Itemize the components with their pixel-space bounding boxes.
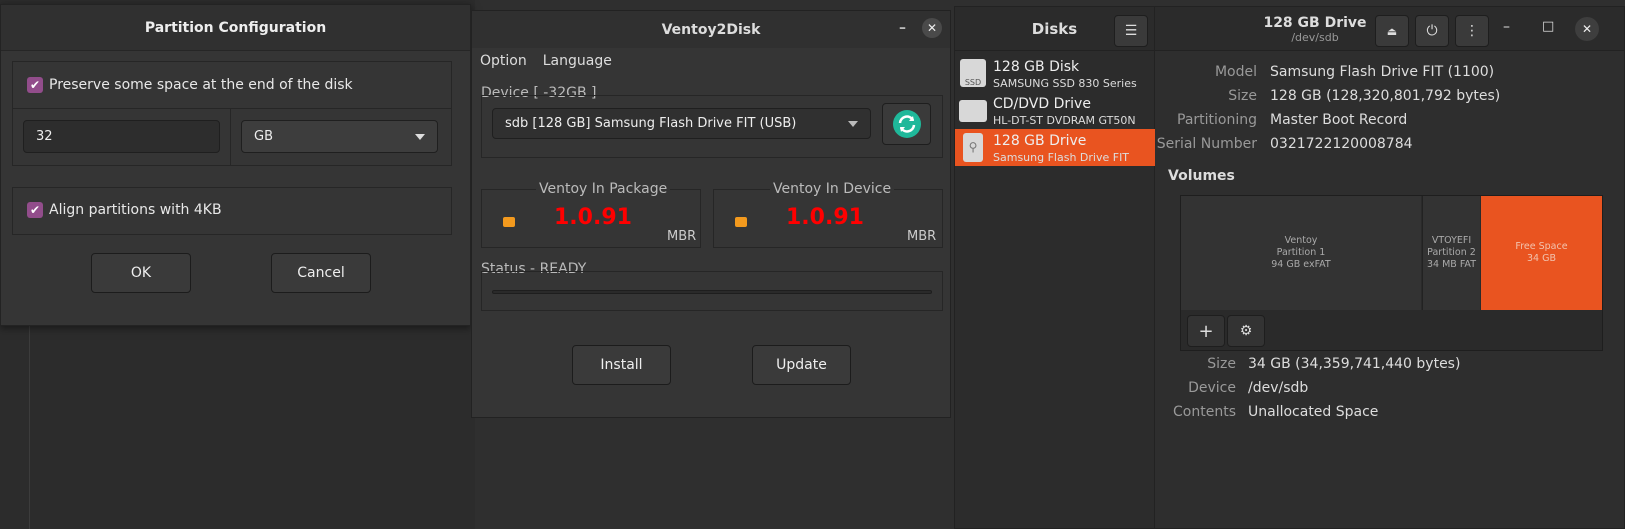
disk-item-title: 128 GB Disk [993, 59, 1080, 75]
device-version: 1.0.91 [786, 205, 864, 230]
ventoy-menubar: Option Language [472, 48, 950, 74]
align-label: Align partitions with 4KB [49, 202, 222, 218]
power-button[interactable]: ⏻ [1415, 15, 1449, 47]
close-icon[interactable]: ✕ [1575, 17, 1599, 41]
hamburger-icon: ☰ [1124, 23, 1138, 39]
disk-item-subtitle: SAMSUNG SSD 830 Series [993, 77, 1137, 90]
eject-button[interactable]: ⏏ [1375, 15, 1409, 47]
device-select[interactable]: sdb [128 GB] Samsung Flash Drive FIT (US… [492, 108, 871, 139]
more-options-icon: ⋮ [1465, 23, 1479, 39]
vol-device-label: Device [1188, 380, 1236, 396]
volume-info: 34 GB [1526, 253, 1556, 264]
partition-config-dialog: Partition Configuration ✔ Preserve some … [0, 4, 471, 326]
align-checkbox[interactable]: ✔ [27, 202, 43, 218]
ventoy-title: Ventoy2Disk [661, 21, 761, 38]
partition-settings-button[interactable]: ⚙ [1227, 315, 1265, 347]
menu-option[interactable]: Option [480, 53, 527, 69]
unit-select-value: GB [254, 129, 273, 144]
chevron-down-icon [415, 133, 425, 140]
disks-sidebar: SSD 128 GB Disk SAMSUNG SSD 830 Series C… [955, 51, 1155, 528]
cancel-button[interactable]: Cancel [271, 253, 371, 293]
partitioning-value: Master Boot Record [1270, 112, 1408, 128]
ok-button[interactable]: OK [91, 253, 191, 293]
package-version: 1.0.91 [554, 205, 632, 230]
device-select-value: sdb [128 GB] Samsung Flash Drive FIT (US… [505, 116, 797, 131]
model-label: Model [1214, 64, 1257, 80]
volume-name: Free Space [1515, 241, 1568, 252]
disk-item-title: CD/DVD Drive [993, 96, 1091, 112]
preserve-label: Preserve some space at the end of the di… [49, 77, 353, 93]
volume-name: VTOYEFI [1431, 235, 1472, 246]
menu-button[interactable]: ☰ [1114, 15, 1148, 47]
ventoy-window: Ventoy2Disk – ✕ Option Language Device [… [471, 10, 951, 418]
size-label: Size [1228, 88, 1257, 104]
vol-contents-value: Unallocated Space [1248, 404, 1379, 420]
progress-bar [492, 290, 932, 294]
vol-size-label: Size [1207, 356, 1236, 372]
volume-part: Partition 1 [1276, 247, 1326, 258]
chevron-down-icon [848, 120, 858, 127]
install-button[interactable]: Install [572, 345, 671, 385]
serial-value: 0321722120008784 [1270, 136, 1413, 152]
volume-free-space[interactable]: Free Space 34 GB [1481, 196, 1602, 310]
vol-contents-label: Contents [1173, 404, 1236, 420]
serial-label: Serial Number [1156, 136, 1257, 152]
maximize-icon[interactable]: □ [1542, 19, 1554, 34]
add-partition-button[interactable]: + [1187, 315, 1225, 347]
dialog-title: Partition Configuration [1, 5, 470, 51]
refresh-icon [892, 110, 921, 138]
usb-drive-icon: ⚲ [963, 133, 983, 162]
package-indicator-icon [503, 217, 515, 227]
volume-info: 94 GB exFAT [1271, 259, 1331, 270]
volume-info: 34 MB FAT [1427, 259, 1476, 270]
menu-language[interactable]: Language [543, 53, 612, 69]
package-group-label: Ventoy In Package [536, 181, 671, 197]
vol-size-value: 34 GB (34,359,741,440 bytes) [1248, 356, 1461, 372]
partitioning-label: Partitioning [1177, 112, 1257, 128]
disks-window: Disks ☰ 128 GB Drive /dev/sdb ⏏ ⏻ ⋮ – □ … [954, 6, 1625, 529]
drive-menu-button[interactable]: ⋮ [1455, 15, 1489, 47]
device-version-label: Ventoy In Device [770, 181, 895, 197]
disk-item-usb[interactable]: ⚲ 128 GB Drive Samsung Flash Drive FIT [955, 129, 1155, 166]
volume-part: Partition 2 [1427, 247, 1476, 258]
package-style: MBR [667, 229, 697, 244]
gears-icon: ⚙ [1239, 323, 1253, 339]
background-divider [29, 320, 30, 529]
disk-item-subtitle: Samsung Flash Drive FIT [993, 151, 1130, 164]
device-indicator-icon [735, 217, 747, 227]
optical-drive-icon [959, 100, 987, 122]
vol-device-value: /dev/sdb [1248, 380, 1309, 396]
ssd-icon: SSD [960, 59, 986, 87]
disk-item-subtitle: HL-DT-ST DVDRAM GT50N [993, 114, 1136, 127]
device-style: MBR [907, 229, 937, 244]
volume-name: Ventoy [1284, 235, 1318, 246]
volume-vtoyefi[interactable]: VTOYEFI Partition 2 34 MB FAT [1422, 196, 1480, 310]
size-value: 128 GB (128,320,801,792 bytes) [1270, 88, 1501, 104]
disk-item-cd[interactable]: CD/DVD Drive HL-DT-ST DVDRAM GT50N [955, 92, 1155, 129]
power-icon: ⏻ [1426, 23, 1438, 39]
preserve-checkbox-row[interactable]: ✔ Preserve some space at the end of the … [27, 77, 353, 93]
update-button[interactable]: Update [752, 345, 851, 385]
volume-ventoy[interactable]: Ventoy Partition 1 94 GB exFAT [1181, 196, 1421, 310]
volumes-title: Volumes [1168, 168, 1235, 184]
model-value: Samsung Flash Drive FIT (1100) [1270, 64, 1495, 80]
ventoy-titlebar: Ventoy2Disk – ✕ [472, 11, 950, 48]
align-checkbox-row[interactable]: ✔ Align partitions with 4KB [27, 202, 222, 218]
size-input[interactable]: 32 [23, 120, 220, 153]
refresh-button[interactable] [882, 103, 931, 145]
eject-icon: ⏏ [1386, 24, 1398, 38]
minimize-icon[interactable]: – [1503, 19, 1510, 35]
minimize-icon[interactable]: – [899, 20, 906, 36]
close-icon[interactable]: ✕ [922, 18, 942, 38]
disk-item-ssd[interactable]: SSD 128 GB Disk SAMSUNG SSD 830 Series [955, 55, 1155, 92]
unit-select[interactable]: GB [241, 120, 438, 153]
preserve-checkbox[interactable]: ✔ [27, 77, 43, 93]
plus-icon: + [1198, 320, 1214, 342]
disk-item-title: 128 GB Drive [993, 133, 1087, 149]
